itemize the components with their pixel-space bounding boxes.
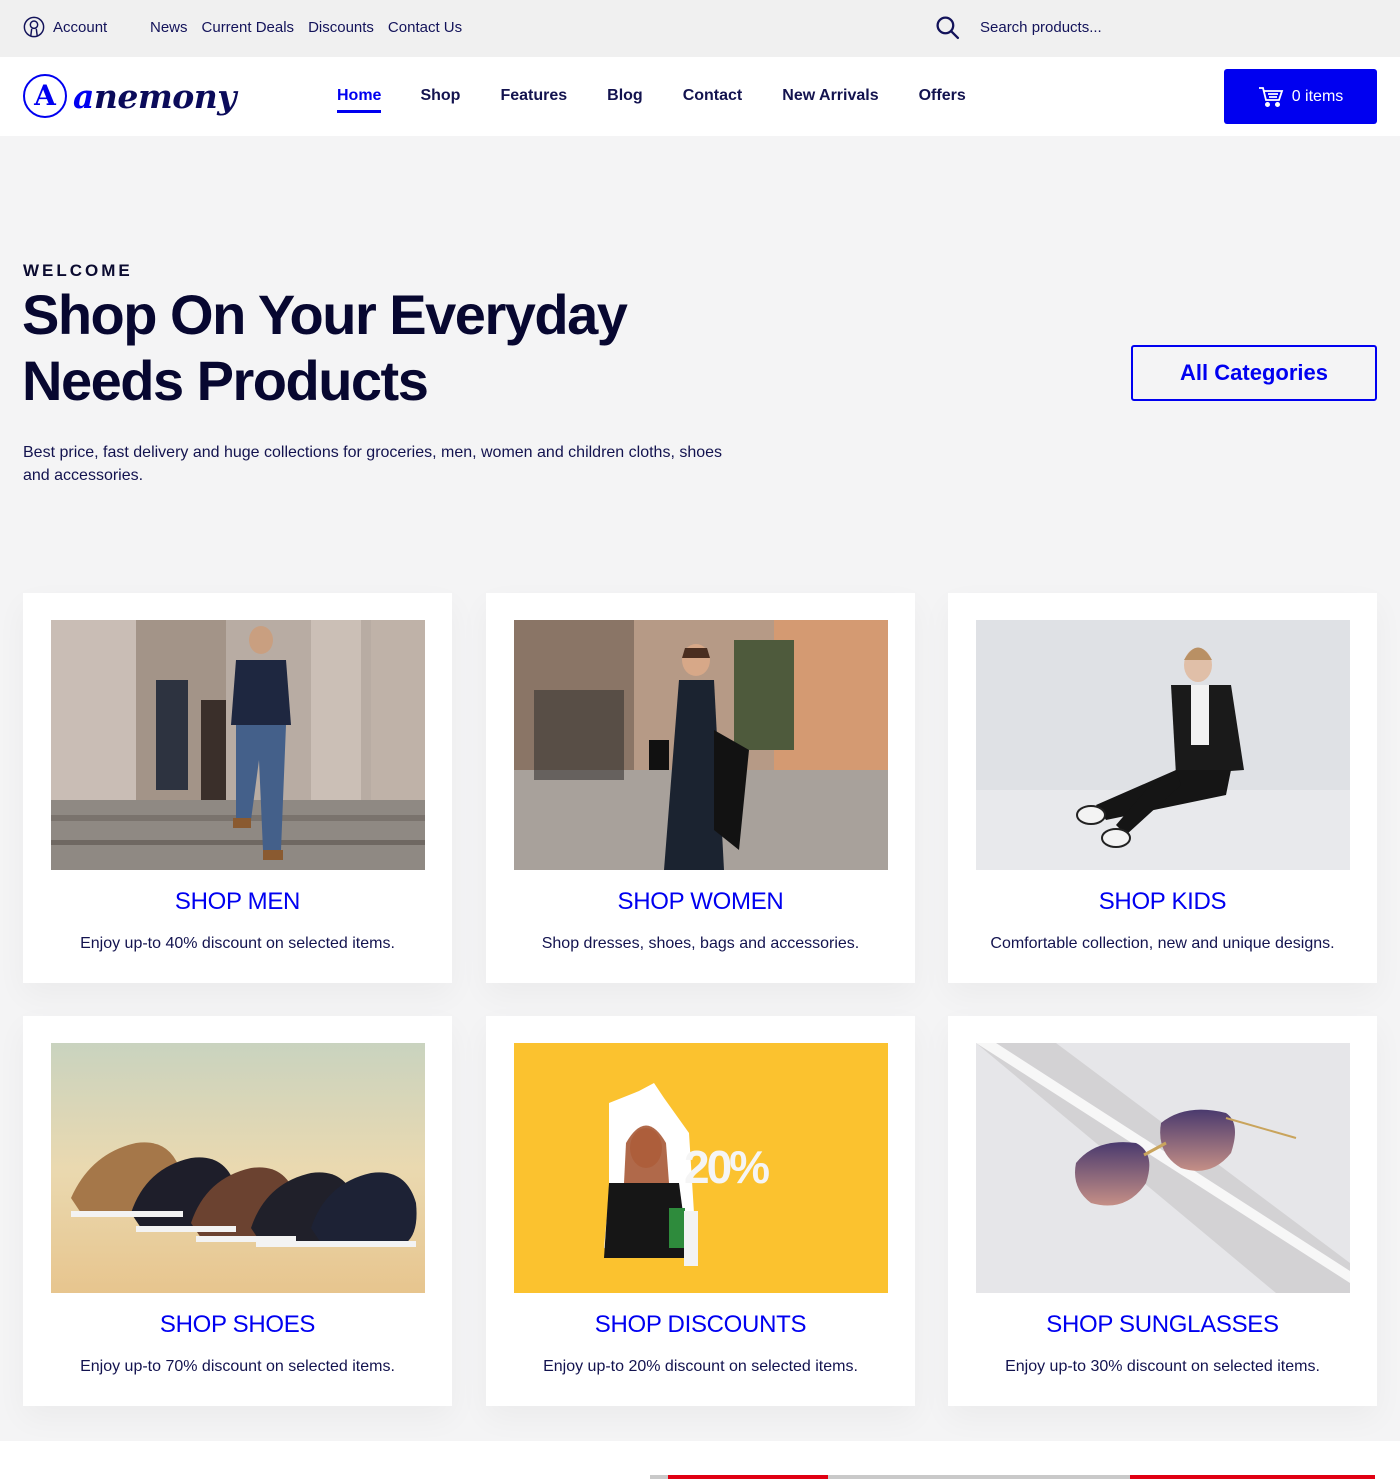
- category-description: Enjoy up-to 40% discount on selected ite…: [80, 935, 395, 952]
- nav-home[interactable]: Home: [337, 87, 382, 113]
- hero-title: Shop On Your Everyday Needs Products: [22, 282, 722, 414]
- cart-count-label: 0 items: [1291, 87, 1344, 105]
- next-section-peek: [0, 1441, 1400, 1479]
- category-title[interactable]: SHOP DISCOUNTS: [486, 1311, 915, 1339]
- nav-shop[interactable]: Shop: [420, 87, 460, 113]
- discount-image-text: 20%: [684, 1141, 769, 1193]
- utility-links: News Current Deals Discounts Contact Us: [150, 19, 462, 36]
- search-icon[interactable]: [935, 15, 960, 40]
- nav-blog[interactable]: Blog: [607, 87, 643, 113]
- category-card-men[interactable]: SHOP MEN Enjoy up-to 40% discount on sel…: [23, 593, 452, 983]
- category-description: Enjoy up-to 20% discount on selected ite…: [543, 1358, 858, 1375]
- category-image-discounts: 20%: [514, 1043, 888, 1293]
- category-image-sunglasses: [976, 1043, 1350, 1293]
- hero-title-line-2: Needs Products: [22, 349, 429, 412]
- category-card-women[interactable]: SHOP WOMEN Shop dresses, shoes, bags and…: [486, 593, 915, 983]
- hero-description: Best price, fast delivery and huge colle…: [23, 444, 723, 484]
- category-description: Enjoy up-to 30% discount on selected ite…: [1005, 1358, 1320, 1375]
- category-description: Enjoy up-to 70% discount on selected ite…: [80, 1358, 395, 1375]
- category-description: Shop dresses, shoes, bags and accessorie…: [541, 935, 860, 952]
- cart-icon: [1258, 86, 1283, 107]
- category-title[interactable]: SHOP WOMEN: [486, 888, 915, 916]
- divider-segment: [828, 1475, 1130, 1479]
- category-image-kids: [976, 620, 1350, 870]
- utility-link-discounts[interactable]: Discounts: [308, 19, 374, 36]
- account-label: Account: [53, 18, 108, 36]
- category-image-shoes: [51, 1043, 425, 1293]
- category-title[interactable]: SHOP SHOES: [23, 1311, 452, 1339]
- logo-first-letter: a: [73, 76, 94, 116]
- category-description: Comfortable collection, new and unique d…: [990, 935, 1335, 952]
- logo[interactable]: A anemony: [23, 74, 236, 118]
- divider-segment-accent: [668, 1475, 828, 1479]
- divider-segment-accent: [1130, 1475, 1375, 1479]
- cart-button[interactable]: 0 items: [1224, 69, 1377, 124]
- top-utility-bar: Account News Current Deals Discounts Con…: [0, 0, 1400, 57]
- logo-wordmark: anemony: [73, 77, 236, 116]
- search-bar: [935, 15, 1280, 40]
- hero-title-line-1: Shop On Your Everyday: [22, 283, 628, 346]
- category-card-kids[interactable]: SHOP KIDS Comfortable collection, new an…: [948, 593, 1377, 983]
- user-icon: [23, 16, 45, 38]
- category-title[interactable]: SHOP MEN: [23, 888, 452, 916]
- category-title[interactable]: SHOP SUNGLASSES: [948, 1311, 1377, 1339]
- category-title[interactable]: SHOP KIDS: [948, 888, 1377, 916]
- nav-features[interactable]: Features: [500, 87, 567, 113]
- category-card-sunglasses[interactable]: SHOP SUNGLASSES Enjoy up-to 30% discount…: [948, 1016, 1377, 1406]
- hero-eyebrow: WELCOME: [23, 261, 133, 280]
- all-categories-button[interactable]: All Categories: [1131, 345, 1377, 401]
- logo-rest: nemony: [93, 76, 237, 116]
- account-link[interactable]: Account: [23, 16, 107, 38]
- category-image-men: [51, 620, 425, 870]
- utility-link-news[interactable]: News: [150, 19, 188, 36]
- category-card-shoes[interactable]: SHOP SHOES Enjoy up-to 70% discount on s…: [23, 1016, 452, 1406]
- search-input[interactable]: [980, 19, 1280, 36]
- nav-new-arrivals[interactable]: New Arrivals: [782, 87, 878, 113]
- logo-mark-icon: A: [23, 74, 67, 118]
- category-card-discounts[interactable]: 20% SHOP DISCOUNTS Enjoy up-to 20% disco…: [486, 1016, 915, 1406]
- divider-segment: [650, 1475, 668, 1479]
- main-nav: Home Shop Features Blog Contact New Arri…: [337, 87, 966, 113]
- nav-offers[interactable]: Offers: [919, 87, 966, 113]
- utility-link-contact-us[interactable]: Contact Us: [388, 19, 462, 36]
- category-image-women: [514, 620, 888, 870]
- nav-contact[interactable]: Contact: [683, 87, 743, 113]
- main-header: A anemony Home Shop Features Blog Contac…: [0, 57, 1400, 136]
- utility-link-current-deals[interactable]: Current Deals: [202, 19, 295, 36]
